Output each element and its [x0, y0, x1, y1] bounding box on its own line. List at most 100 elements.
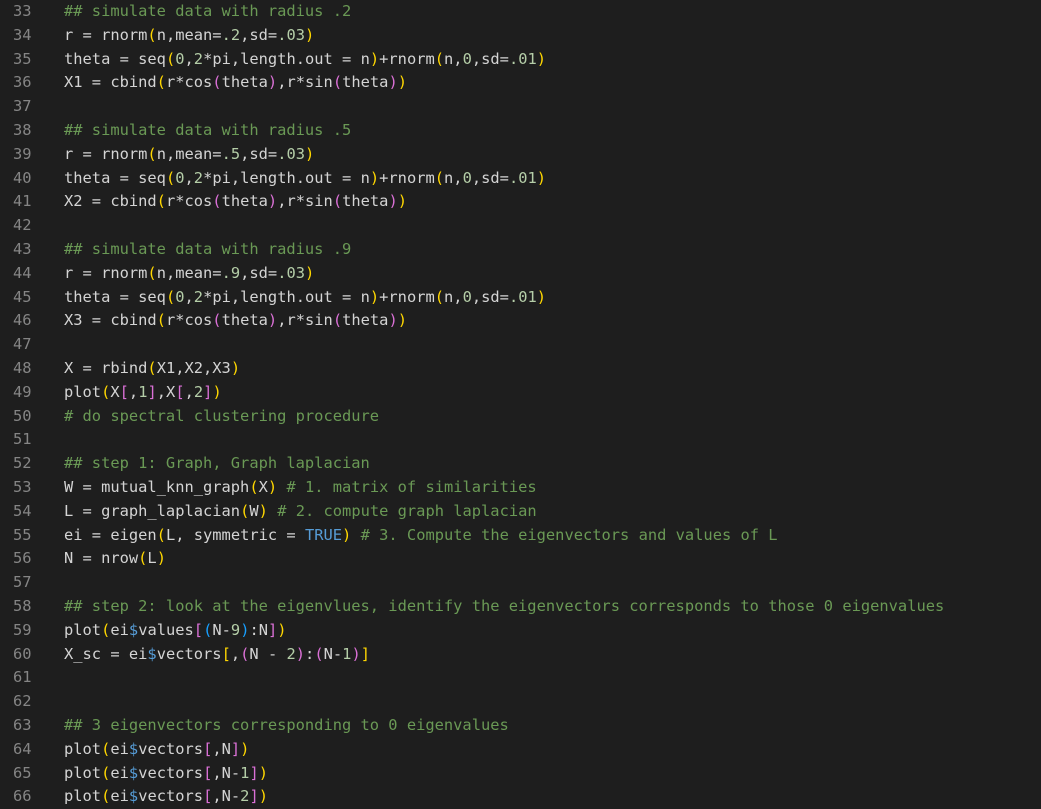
code-content[interactable]: ## simulate data with radius .9	[64, 238, 1041, 262]
code-content[interactable]: theta = seq(0,2*pi,length.out = n)+rnorm…	[64, 286, 1041, 310]
code-line[interactable]: 45 theta = seq(0,2*pi,length.out = n)+rno…	[0, 286, 1041, 310]
code-content[interactable]: ei = eigen(L, symmetric = TRUE) # 3. Com…	[64, 524, 1041, 548]
bracket: )	[240, 739, 250, 758]
line-number: 54	[13, 501, 32, 520]
code-line[interactable]: 66 plot(ei$vectors[,N-2])	[0, 785, 1041, 809]
line-number: 65	[13, 763, 32, 782]
line-number: 63	[13, 715, 32, 734]
code-line[interactable]: 56 N = nrow(L)	[0, 547, 1041, 571]
code-content[interactable]: X = rbind(X1,X2,X3)	[64, 357, 1041, 381]
code-token: n,	[444, 49, 463, 68]
code-line[interactable]: 58 ## step 2: look at the eigenvlues, ide…	[0, 595, 1041, 619]
code-content[interactable]: W = mutual_knn_graph(X) # 1. matrix of s…	[64, 476, 1041, 500]
code-content[interactable]	[64, 690, 1041, 714]
code-line[interactable]: 51	[0, 428, 1041, 452]
code-content[interactable]: plot(ei$values[(N-9):N])	[64, 619, 1041, 643]
bracket: (	[240, 501, 250, 520]
code-line[interactable]: 46 X3 = cbind(r*cos(theta),r*sin(theta))	[0, 309, 1041, 333]
dollar-operator: $	[128, 787, 139, 806]
code-line[interactable]: 36 X1 = cbind(r*cos(theta),r*sin(theta))	[0, 71, 1041, 95]
code-content[interactable]: ## simulate data with radius .2	[64, 0, 1041, 24]
code-line[interactable]: 60 X_sc = ei$vectors[,(N - 2):(N-1)]	[0, 643, 1041, 667]
code-content[interactable]: # do spectral clustering procedure	[64, 405, 1041, 429]
code-line[interactable]: 64 plot(ei$vectors[,N])	[0, 738, 1041, 762]
code-content[interactable]	[64, 95, 1041, 119]
code-content[interactable]: theta = seq(0,2*pi,length.out = n)+rnorm…	[64, 167, 1041, 191]
code-line[interactable]: 57	[0, 571, 1041, 595]
bracket: (	[101, 739, 111, 758]
code-line[interactable]: 48 X = rbind(X1,X2,X3)	[0, 357, 1041, 381]
code-token: X	[258, 477, 268, 496]
code-content[interactable]	[64, 666, 1041, 690]
code-content[interactable]: N = nrow(L)	[64, 547, 1041, 571]
bracket: (	[101, 763, 111, 782]
code-token: values	[138, 620, 194, 639]
code-content[interactable]: ## step 1: Graph, Graph laplacian	[64, 452, 1041, 476]
code-line[interactable]: 62	[0, 690, 1041, 714]
line-number: 46	[13, 311, 32, 330]
code-line[interactable]: 41 X2 = cbind(r*cos(theta),r*sin(theta))	[0, 190, 1041, 214]
code-editor[interactable]: 33 ## simulate data with radius .2 34 r = r…	[0, 0, 1041, 808]
code-line[interactable]: 42	[0, 214, 1041, 238]
code-line[interactable]: 50 # do spectral clustering procedure	[0, 405, 1041, 429]
code-content[interactable]: X3 = cbind(r*cos(theta),r*sin(theta))	[64, 309, 1041, 333]
number-literal: .5	[221, 144, 241, 163]
code-content[interactable]	[64, 571, 1041, 595]
code-content[interactable]: theta = seq(0,2*pi,length.out = n)+rnorm…	[64, 48, 1041, 72]
code-token: +rnorm	[379, 49, 435, 68]
code-content[interactable]: L = graph_laplacian(W) # 2. compute grap…	[64, 500, 1041, 524]
code-line[interactable]: 63 ## 3 eigenvectors corresponding to 0 e…	[0, 714, 1041, 738]
code-token: ,X	[156, 382, 176, 401]
bracket: )	[342, 525, 352, 544]
code-comment: # do spectral clustering procedure	[64, 406, 380, 425]
code-line[interactable]: 47	[0, 333, 1041, 357]
code-token: +rnorm	[379, 168, 435, 187]
code-line[interactable]: 35 theta = seq(0,2*pi,length.out = n)+rno…	[0, 48, 1041, 72]
code-content[interactable]: X1 = cbind(r*cos(theta),r*sin(theta))	[64, 71, 1041, 95]
code-token: vectors	[138, 763, 204, 782]
code-content[interactable]: ## 3 eigenvectors corresponding to 0 eig…	[64, 714, 1041, 738]
code-content[interactable]: ## step 2: look at the eigenvlues, ident…	[64, 595, 1041, 619]
code-content[interactable]: plot(ei$vectors[,N-2])	[64, 785, 1041, 809]
code-line[interactable]: 34 r = rnorm(n,mean=.2,sd=.03)	[0, 24, 1041, 48]
line-number: 45	[13, 287, 32, 306]
code-comment: # 2. compute graph laplacian	[277, 501, 537, 520]
code-token: ,	[184, 287, 194, 306]
code-line[interactable]: 40 theta = seq(0,2*pi,length.out = n)+rno…	[0, 167, 1041, 191]
code-content[interactable]: ## simulate data with radius .5	[64, 119, 1041, 143]
code-line[interactable]: 37	[0, 95, 1041, 119]
code-line[interactable]: 43 ## simulate data with radius .9	[0, 238, 1041, 262]
number-literal: .2	[221, 25, 241, 44]
code-line[interactable]: 61	[0, 666, 1041, 690]
code-content[interactable]: r = rnorm(n,mean=.5,sd=.03)	[64, 143, 1041, 167]
code-line[interactable]: 59 plot(ei$values[(N-9):N])	[0, 619, 1041, 643]
code-content[interactable]: plot(ei$vectors[,N])	[64, 738, 1041, 762]
line-number: 62	[13, 692, 32, 711]
code-content[interactable]: plot(X[,1],X[,2])	[64, 381, 1041, 405]
code-content[interactable]	[64, 333, 1041, 357]
code-line[interactable]: 49 plot(X[,1],X[,2])	[0, 381, 1041, 405]
code-line[interactable]: 44 r = rnorm(n,mean=.9,sd=.03)	[0, 262, 1041, 286]
bracket: (	[212, 192, 222, 211]
dollar-operator: $	[128, 620, 139, 639]
code-content[interactable]: r = rnorm(n,mean=.9,sd=.03)	[64, 262, 1041, 286]
code-line[interactable]: 38 ## simulate data with radius .5	[0, 119, 1041, 143]
code-line[interactable]: 55 ei = eigen(L, symmetric = TRUE) # 3. C…	[0, 524, 1041, 548]
code-token: :	[305, 644, 315, 663]
code-content[interactable]: plot(ei$vectors[,N-1])	[64, 762, 1041, 786]
code-line[interactable]: 52 ## step 1: Graph, Graph laplacian	[0, 452, 1041, 476]
code-line[interactable]: 65 plot(ei$vectors[,N-1])	[0, 762, 1041, 786]
code-content[interactable]: X2 = cbind(r*cos(theta),r*sin(theta))	[64, 190, 1041, 214]
code-line[interactable]: 53 W = mutual_knn_graph(X) # 1. matrix of…	[0, 476, 1041, 500]
code-content[interactable]: X_sc = ei$vectors[,(N - 2):(N-1)]	[64, 643, 1041, 667]
code-token: ,	[184, 49, 194, 68]
code-token: r*cos	[165, 311, 213, 330]
code-content[interactable]	[64, 214, 1041, 238]
constant-literal: TRUE	[304, 525, 343, 544]
code-comment: ## simulate data with radius .5	[64, 120, 352, 139]
code-line[interactable]: 39 r = rnorm(n,mean=.5,sd=.03)	[0, 143, 1041, 167]
code-content[interactable]: r = rnorm(n,mean=.2,sd=.03)	[64, 24, 1041, 48]
code-content[interactable]	[64, 428, 1041, 452]
code-line[interactable]: 54 L = graph_laplacian(W) # 2. compute gr…	[0, 500, 1041, 524]
code-line[interactable]: 33 ## simulate data with radius .2	[0, 0, 1041, 24]
